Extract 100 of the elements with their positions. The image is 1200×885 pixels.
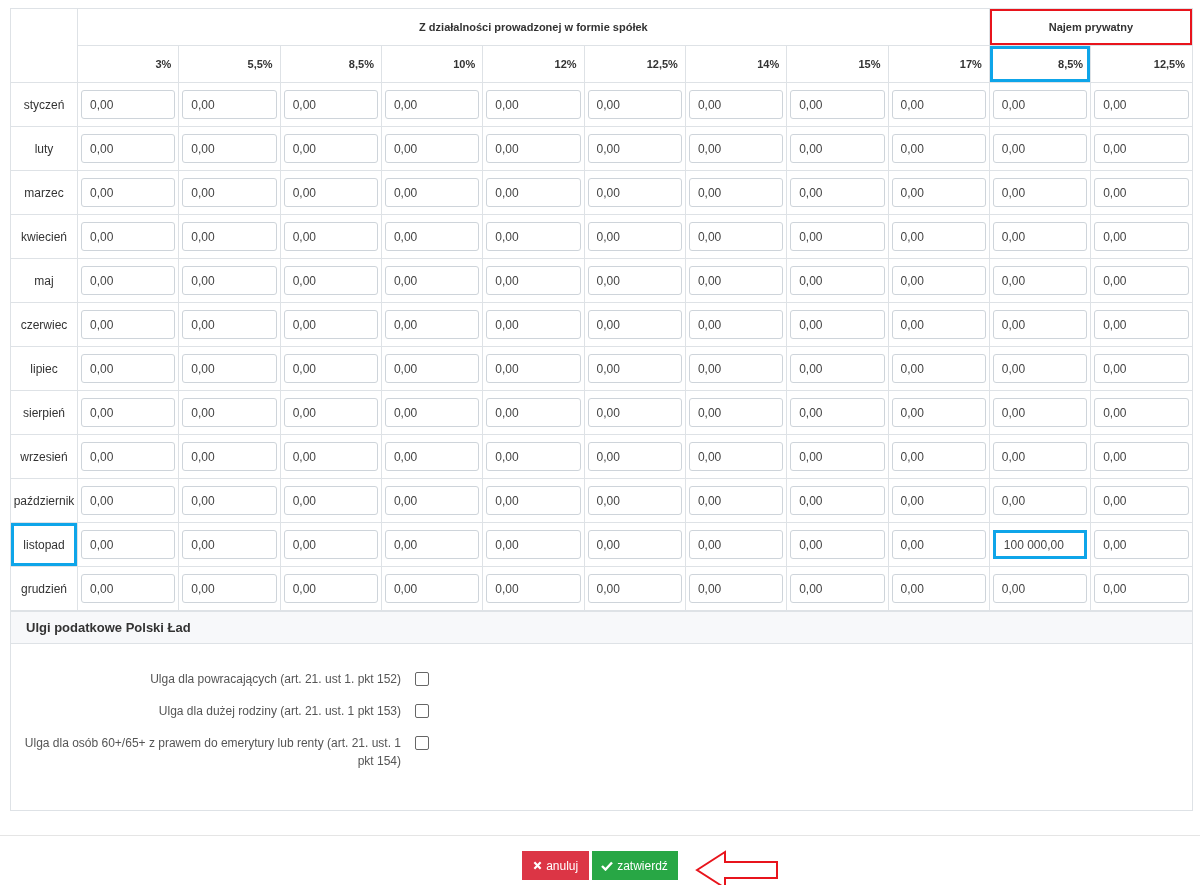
amount-input[interactable]: 0,00 (283, 90, 378, 119)
amount-input[interactable]: 0,00 (182, 178, 277, 207)
amount-input[interactable]: 0,00 (1094, 442, 1189, 471)
amount-input[interactable]: 0,00 (1094, 574, 1189, 603)
checkbox[interactable] (415, 704, 429, 718)
amount-input[interactable]: 0,00 (81, 90, 176, 119)
amount-input[interactable]: 0,00 (891, 310, 986, 339)
amount-input[interactable]: 0,00 (891, 398, 986, 427)
amount-input[interactable]: 0,00 (182, 310, 277, 339)
amount-input[interactable]: 0,00 (81, 134, 176, 163)
amount-input[interactable]: 0,00 (283, 266, 378, 295)
amount-input[interactable]: 0,00 (891, 222, 986, 251)
amount-input[interactable]: 0,00 (1094, 178, 1189, 207)
amount-input[interactable]: 0,00 (891, 354, 986, 383)
amount-input[interactable]: 0,00 (891, 266, 986, 295)
amount-input[interactable]: 0,00 (992, 90, 1088, 119)
amount-input[interactable]: 0,00 (182, 486, 277, 515)
amount-input[interactable]: 0,00 (587, 134, 682, 163)
amount-input[interactable]: 0,00 (587, 354, 682, 383)
amount-input[interactable]: 0,00 (486, 134, 581, 163)
amount-input[interactable]: 0,00 (384, 310, 480, 339)
amount-input[interactable]: 0,00 (587, 442, 682, 471)
amount-input[interactable]: 0,00 (688, 266, 784, 295)
amount-input[interactable]: 0,00 (790, 486, 885, 515)
amount-input[interactable]: 0,00 (81, 310, 176, 339)
amount-input[interactable]: 0,00 (688, 486, 784, 515)
amount-input[interactable]: 0,00 (992, 266, 1088, 295)
amount-input[interactable]: 0,00 (587, 266, 682, 295)
amount-input[interactable]: 0,00 (891, 530, 986, 559)
amount-input[interactable]: 0,00 (283, 310, 378, 339)
amount-input[interactable]: 0,00 (384, 530, 480, 559)
amount-input[interactable]: 0,00 (283, 354, 378, 383)
amount-input[interactable]: 0,00 (283, 178, 378, 207)
amount-input[interactable]: 0,00 (790, 178, 885, 207)
amount-input[interactable]: 0,00 (486, 486, 581, 515)
amount-input[interactable]: 0,00 (1094, 90, 1189, 119)
amount-input[interactable]: 0,00 (688, 90, 784, 119)
amount-input[interactable]: 0,00 (81, 574, 176, 603)
amount-input[interactable]: 0,00 (486, 354, 581, 383)
amount-input[interactable]: 0,00 (992, 574, 1088, 603)
amount-input[interactable]: 0,00 (891, 178, 986, 207)
amount-input[interactable]: 0,00 (891, 574, 986, 603)
amount-input[interactable]: 0,00 (790, 354, 885, 383)
amount-input[interactable]: 0,00 (182, 90, 277, 119)
amount-input[interactable]: 0,00 (587, 222, 682, 251)
amount-input[interactable]: 0,00 (1094, 310, 1189, 339)
amount-input[interactable]: 0,00 (486, 442, 581, 471)
amount-input[interactable]: 100 000,00 (992, 530, 1088, 559)
amount-input[interactable]: 0,00 (486, 398, 581, 427)
amount-input[interactable]: 0,00 (587, 398, 682, 427)
amount-input[interactable]: 0,00 (384, 90, 480, 119)
amount-input[interactable]: 0,00 (587, 486, 682, 515)
amount-input[interactable]: 0,00 (992, 222, 1088, 251)
amount-input[interactable]: 0,00 (587, 574, 682, 603)
amount-input[interactable]: 0,00 (790, 134, 885, 163)
checkbox[interactable] (415, 672, 429, 686)
amount-input[interactable]: 0,00 (283, 530, 378, 559)
amount-input[interactable]: 0,00 (283, 574, 378, 603)
amount-input[interactable]: 0,00 (384, 354, 480, 383)
amount-input[interactable]: 0,00 (81, 398, 176, 427)
amount-input[interactable]: 0,00 (486, 574, 581, 603)
amount-input[interactable]: 0,00 (587, 90, 682, 119)
amount-input[interactable]: 0,00 (486, 222, 581, 251)
amount-input[interactable]: 0,00 (81, 178, 176, 207)
amount-input[interactable]: 0,00 (1094, 530, 1189, 559)
amount-input[interactable]: 0,00 (486, 266, 581, 295)
amount-input[interactable]: 0,00 (182, 266, 277, 295)
amount-input[interactable]: 0,00 (81, 266, 176, 295)
amount-input[interactable]: 0,00 (992, 178, 1088, 207)
amount-input[interactable]: 0,00 (283, 486, 378, 515)
amount-input[interactable]: 0,00 (81, 442, 176, 471)
amount-input[interactable]: 0,00 (182, 442, 277, 471)
amount-input[interactable]: 0,00 (486, 530, 581, 559)
amount-input[interactable]: 0,00 (688, 398, 784, 427)
amount-input[interactable]: 0,00 (688, 178, 784, 207)
amount-input[interactable]: 0,00 (1094, 134, 1189, 163)
amount-input[interactable]: 0,00 (587, 530, 682, 559)
amount-input[interactable]: 0,00 (688, 222, 784, 251)
amount-input[interactable]: 0,00 (587, 310, 682, 339)
amount-input[interactable]: 0,00 (384, 266, 480, 295)
amount-input[interactable]: 0,00 (790, 310, 885, 339)
amount-input[interactable]: 0,00 (182, 574, 277, 603)
amount-input[interactable]: 0,00 (992, 442, 1088, 471)
amount-input[interactable]: 0,00 (182, 398, 277, 427)
amount-input[interactable]: 0,00 (1094, 222, 1189, 251)
amount-input[interactable]: 0,00 (891, 486, 986, 515)
amount-input[interactable]: 0,00 (688, 442, 784, 471)
amount-input[interactable]: 0,00 (688, 310, 784, 339)
amount-input[interactable]: 0,00 (384, 178, 480, 207)
amount-input[interactable]: 0,00 (688, 530, 784, 559)
amount-input[interactable]: 0,00 (182, 530, 277, 559)
amount-input[interactable]: 0,00 (182, 222, 277, 251)
checkbox[interactable] (415, 736, 429, 750)
amount-input[interactable]: 0,00 (992, 354, 1088, 383)
amount-input[interactable]: 0,00 (587, 178, 682, 207)
amount-input[interactable]: 0,00 (81, 222, 176, 251)
amount-input[interactable]: 0,00 (283, 222, 378, 251)
amount-input[interactable]: 0,00 (688, 574, 784, 603)
amount-input[interactable]: 0,00 (1094, 486, 1189, 515)
amount-input[interactable]: 0,00 (992, 398, 1088, 427)
